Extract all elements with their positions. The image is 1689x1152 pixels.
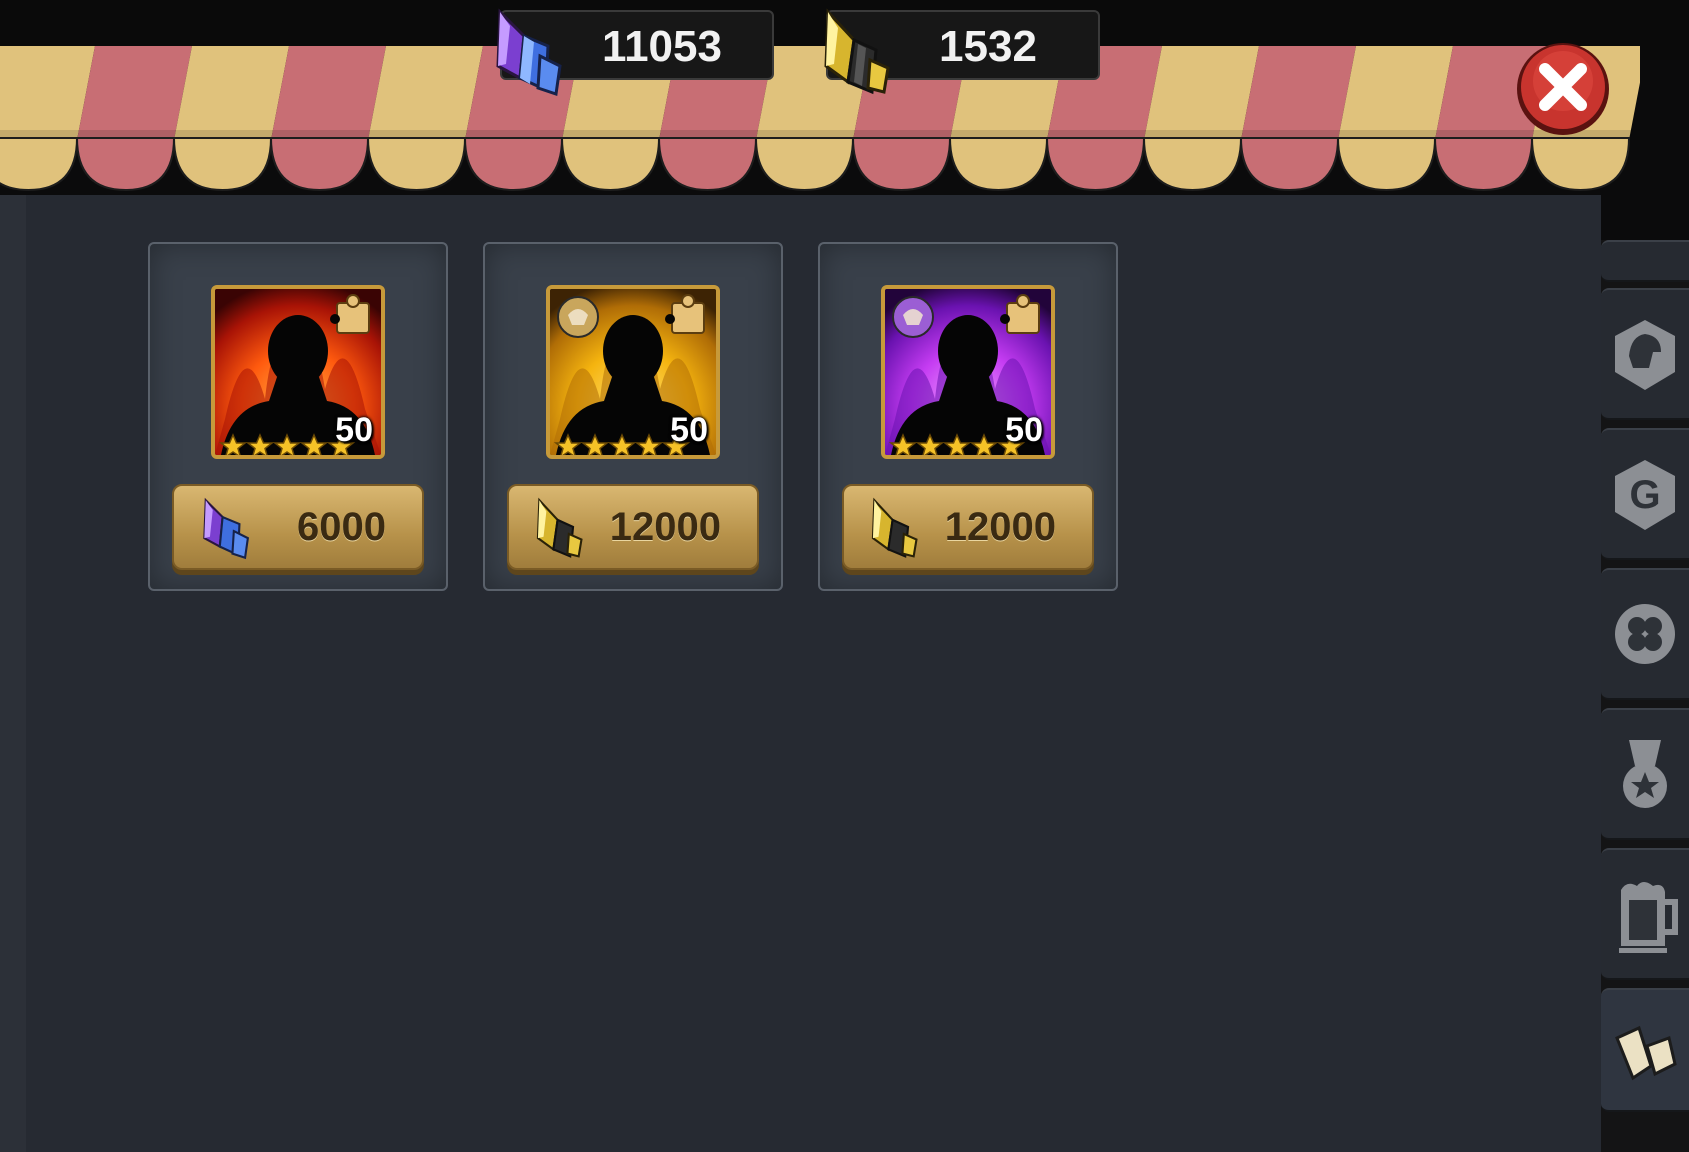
awning-scallop (1336, 137, 1437, 192)
price-label: 12000 (944, 505, 1056, 549)
awning-scallop (1433, 137, 1534, 192)
awning-stripe (368, 46, 483, 140)
awning-scallop (463, 137, 564, 192)
tab-honor[interactable] (1601, 708, 1689, 840)
helmet-icon (1615, 320, 1675, 390)
awning-scallop (366, 137, 467, 192)
crystal-shard-icon (1615, 1025, 1677, 1081)
awning-scallop (0, 137, 79, 192)
demon-emblem-icon (892, 296, 934, 338)
awning-scallop (948, 137, 1049, 192)
hero-level: 50 (1005, 411, 1043, 449)
awning-scallop (657, 137, 758, 192)
buy-button[interactable]: 12000 (507, 484, 759, 570)
gold-crystal-counter: 1532 (824, 8, 1100, 95)
premium-crystal-counter: 11053 (496, 8, 774, 96)
hero-level: 50 (335, 411, 373, 449)
shop-item-card[interactable]: 50 12000 (483, 242, 783, 591)
awning-scallop (1142, 137, 1243, 192)
buy-button[interactable]: 12000 (842, 484, 1094, 570)
price-label: 12000 (609, 505, 721, 549)
awning-scallop (172, 137, 273, 192)
awning-scallop (269, 137, 370, 192)
tab-hero[interactable] (1601, 288, 1689, 420)
awning-scallop (754, 137, 855, 192)
awning-stripe (271, 46, 386, 140)
awning-stripe (77, 46, 192, 140)
gold-crystal-amount: 1532 (939, 22, 1037, 71)
shop-item-card[interactable]: 50 6000 (148, 242, 448, 591)
tab-top-stub (1601, 240, 1689, 282)
hero-level: 50 (670, 411, 708, 449)
wing-emblem-icon (557, 296, 599, 338)
tab-guild[interactable]: G (1601, 428, 1689, 560)
awning-scallop (851, 137, 952, 192)
purple-blue-crystal-icon (203, 497, 250, 560)
buy-button[interactable]: 6000 (172, 484, 424, 570)
clover-icon (1615, 604, 1675, 664)
svg-text:G: G (1629, 473, 1660, 517)
awning-scallop (1045, 137, 1146, 192)
hero-portrait: 50 (211, 285, 385, 459)
close-button[interactable] (1515, 41, 1611, 137)
gold-crystal-icon (871, 497, 918, 558)
tab-lucky[interactable] (1601, 568, 1689, 700)
tab-tavern[interactable] (1601, 848, 1689, 980)
hero-portrait: 50 (546, 285, 720, 459)
awning-stripe (1241, 46, 1356, 140)
awning-scallop (75, 137, 176, 192)
gold-crystal-icon (536, 497, 583, 558)
awning-stripe (174, 46, 289, 140)
guild-g-icon: G (1615, 460, 1675, 530)
awning-stripe (1144, 46, 1259, 140)
tab-crystal-shop[interactable] (1601, 988, 1689, 1112)
awning-scallop (1239, 137, 1340, 192)
awning-scallop (1530, 137, 1631, 192)
hero-portrait: 50 (881, 285, 1055, 459)
medal-icon (1623, 740, 1667, 808)
awning-stripe (1338, 46, 1453, 140)
awning-scallop (560, 137, 661, 192)
price-label: 6000 (297, 505, 386, 549)
shop-item-card[interactable]: 50 12000 (818, 242, 1118, 591)
beer-mug-icon (1619, 882, 1678, 953)
premium-crystal-amount: 11053 (602, 22, 722, 71)
